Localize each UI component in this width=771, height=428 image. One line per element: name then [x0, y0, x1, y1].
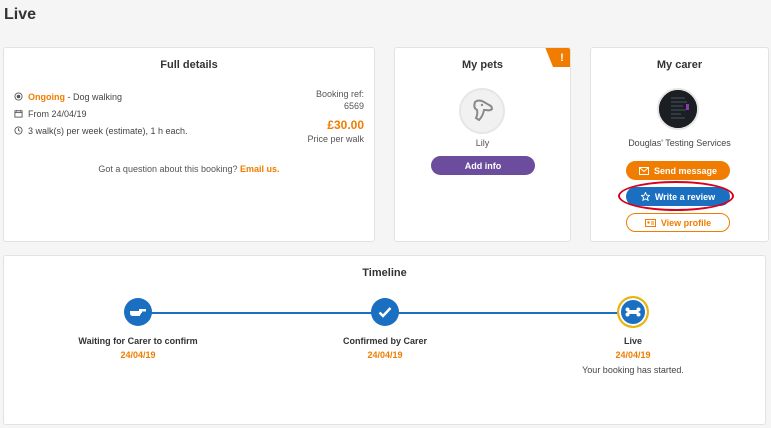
status-row: Ongoing - Dog walking	[14, 88, 188, 105]
send-message-label: Send message	[653, 165, 718, 176]
pet-name: Lily	[475, 138, 490, 148]
id-card-icon	[644, 218, 656, 227]
timeline-step-3-marker	[617, 296, 649, 328]
booking-ref-value: 6569	[343, 101, 364, 111]
timeline-step-3-note: Your booking has started.	[582, 365, 684, 375]
calendar-icon	[14, 109, 28, 118]
service-text: - Dog walking	[67, 91, 123, 102]
from-text: From 24/04/19	[28, 108, 87, 119]
my-pets-title: My pets	[462, 59, 503, 71]
timeline-step-3-date: 24/04/19	[615, 350, 651, 360]
status-text: Ongoing	[28, 91, 65, 102]
timeline-step-2-marker	[371, 298, 399, 326]
detail-rows: Ongoing - Dog walking From 24/04/19 3 wa…	[14, 88, 188, 139]
view-profile-button[interactable]: View profile	[626, 213, 730, 232]
full-details-title: Full details	[160, 59, 218, 71]
timeline-step-1-label: Waiting for Carer to confirm	[78, 336, 198, 346]
page-title: Live	[4, 6, 37, 23]
carer-photo-icon	[659, 90, 697, 128]
timeline-step-1-date: 24/04/19	[120, 350, 156, 360]
from-row: From 24/04/19	[14, 105, 188, 122]
carer-avatar[interactable]	[657, 88, 699, 130]
question-line: Got a question about this booking? Email…	[4, 164, 374, 174]
carer-name: Douglas' Testing Services	[628, 138, 731, 148]
my-carer-card: My carer Douglas' Testing Services Send …	[590, 47, 769, 242]
send-message-button[interactable]: Send message	[626, 161, 730, 180]
write-review-label: Write a review	[654, 191, 716, 202]
timeline-step-3-label: Live	[623, 336, 642, 346]
question-text: Got a question about this booking?	[98, 164, 238, 174]
my-pets-card: My pets ! Lily Add info	[394, 47, 571, 242]
alert-badge-text: !	[560, 52, 564, 64]
timeline-step-2-label: Confirmed by Carer	[342, 336, 428, 346]
clock-icon	[14, 126, 28, 135]
my-carer-title: My carer	[656, 59, 703, 71]
booking-ref-label: Booking ref:	[315, 89, 364, 99]
bone-icon	[625, 307, 641, 317]
booking-ref: Booking ref: 6569	[316, 88, 364, 112]
frequency-row: 3 walk(s) per week (estimate), 1 h each.	[14, 122, 188, 139]
star-icon	[640, 192, 650, 201]
write-review-button[interactable]: Write a review	[626, 187, 730, 206]
price-amount: £30.00	[327, 118, 364, 132]
envelope-icon	[638, 166, 649, 175]
pet-avatar[interactable]	[459, 88, 505, 134]
timeline-card: Timeline Waiting for Carer to confirm 24…	[3, 255, 766, 425]
timeline-title: Timeline	[362, 267, 407, 279]
alert-badge-icon: !	[545, 48, 570, 67]
check-icon	[378, 307, 392, 318]
frequency-text: 3 walk(s) per week (estimate), 1 h each.	[28, 125, 188, 136]
hand-point-icon	[130, 309, 146, 316]
timeline-step-2-date: 24/04/19	[367, 350, 403, 360]
timeline-step-1-marker	[124, 298, 152, 326]
price-unit: Price per walk	[307, 134, 364, 144]
price-block: £30.00 Price per walk	[307, 118, 364, 144]
dog-icon	[473, 99, 494, 122]
view-profile-label: View profile	[660, 217, 712, 228]
add-info-button[interactable]: Add info	[431, 156, 535, 175]
full-details-card: Full details Ongoing - Dog walking From …	[3, 47, 375, 242]
email-us-link[interactable]: Email us.	[240, 164, 280, 174]
status-dot-icon	[14, 92, 28, 101]
